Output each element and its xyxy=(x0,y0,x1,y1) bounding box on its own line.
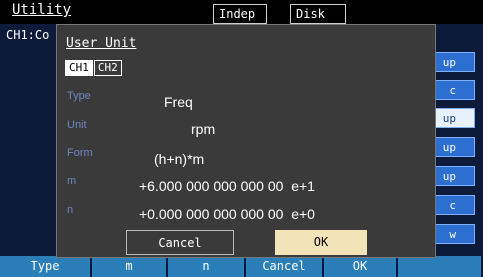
m-value[interactable]: +6.000 000 000 000 00 e+1 xyxy=(139,178,315,194)
dialog-ok-button[interactable]: OK xyxy=(275,230,367,255)
softkey-cancel[interactable]: Cancel xyxy=(246,256,324,277)
channel-ch1[interactable]: CH1 xyxy=(65,60,93,76)
softkey-bar: Type m n Cancel OK xyxy=(0,256,483,277)
dialog-cancel-button[interactable]: Cancel xyxy=(126,230,234,255)
softkey-blank xyxy=(398,256,483,277)
softkey-n[interactable]: n xyxy=(168,256,246,277)
dialog-title: User Unit xyxy=(66,36,137,51)
unit-label: Unit xyxy=(67,119,87,131)
tab-disk[interactable]: Disk xyxy=(290,4,346,24)
n-value[interactable]: +0.000 000 000 000 00 e+0 xyxy=(139,206,315,222)
background-channel-label: CH1:Co xyxy=(6,28,50,42)
n-label: n xyxy=(67,204,74,216)
type-label: Type xyxy=(67,90,91,102)
form-value[interactable]: (h+n)*m xyxy=(154,151,204,167)
form-label: Form xyxy=(67,147,93,159)
unit-value[interactable]: rpm xyxy=(191,121,215,137)
screen: Utility Indep Disk CH1:Co up c up up up … xyxy=(0,0,483,277)
utility-menu[interactable]: Utility xyxy=(12,2,71,18)
top-status-bar: Utility Indep Disk xyxy=(0,0,483,24)
softkey-m[interactable]: m xyxy=(92,256,168,277)
channel-ch2[interactable]: CH2 xyxy=(93,60,122,76)
tab-indep[interactable]: Indep xyxy=(213,4,267,24)
softkey-type[interactable]: Type xyxy=(0,256,92,277)
type-value[interactable]: Freq xyxy=(164,94,193,110)
m-label: m xyxy=(67,175,77,187)
softkey-ok[interactable]: OK xyxy=(324,256,398,277)
channel-selector: CH1 CH2 xyxy=(65,56,123,76)
user-unit-dialog: User Unit CH1 CH2 Type Freq Unit rpm Form… xyxy=(56,24,436,258)
